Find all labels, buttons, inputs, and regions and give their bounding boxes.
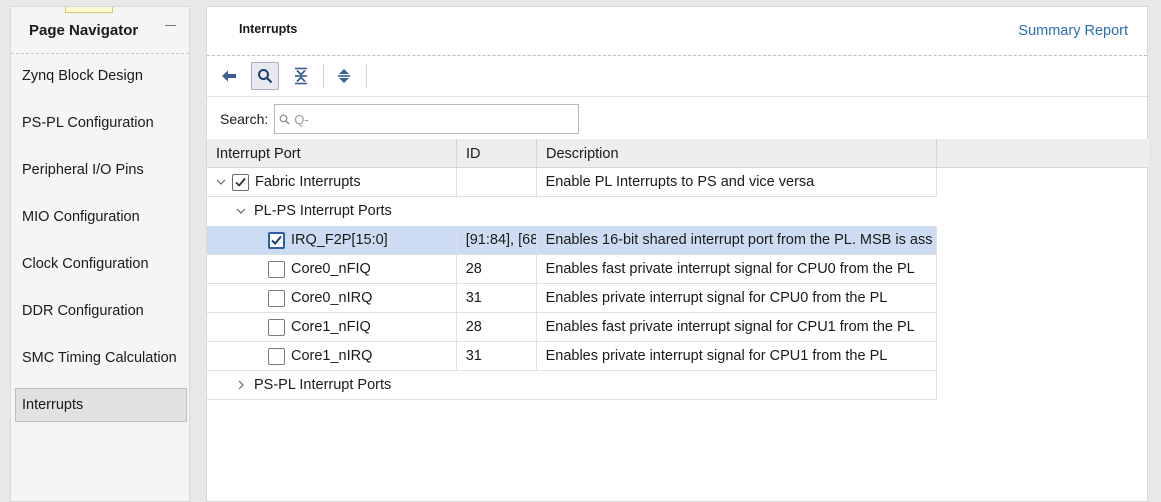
collapse-all-icon xyxy=(295,67,307,85)
check-icon xyxy=(235,177,246,187)
table-row-core0-nfiq[interactable]: Core0_nFIQ 28 Enables fast private inter… xyxy=(207,255,937,284)
description-cell: Enable PL Interrupts to PS and vice vers… xyxy=(545,174,815,190)
id-cell: 28 xyxy=(457,255,537,283)
nav-item-interrupts[interactable]: Interrupts xyxy=(15,388,187,422)
page-navigator-panel: Page Navigator Zynq Block Design PS-PL C… xyxy=(10,6,190,502)
search-toggle-button[interactable] xyxy=(251,62,279,90)
panel-header: Interrupts Summary Report xyxy=(207,7,1147,55)
checkbox[interactable] xyxy=(268,289,285,307)
navigator-divider xyxy=(11,53,189,54)
table-row-pl-ps-interrupt-ports[interactable]: PL-PS Interrupt Ports xyxy=(207,197,937,226)
checkbox[interactable] xyxy=(268,260,285,278)
column-header-interrupt-port[interactable]: Interrupt Port xyxy=(207,139,457,168)
id-cell: 28 xyxy=(457,313,537,341)
nav-item-label: Clock Configuration xyxy=(22,256,149,272)
summary-report-link[interactable]: Summary Report xyxy=(1018,23,1128,39)
id-cell: 31 xyxy=(457,342,537,370)
search-small-icon xyxy=(279,114,290,124)
toolbar xyxy=(207,59,1147,93)
description-cell: Enables fast private interrupt signal fo… xyxy=(545,319,915,335)
port-cell: Core0_nFIQ xyxy=(207,255,457,283)
checkbox[interactable] xyxy=(268,318,285,336)
expand-all-icon xyxy=(338,69,350,83)
nav-item-label: PS-PL Configuration xyxy=(22,115,154,131)
nav-item-label: Peripheral I/O Pins xyxy=(22,162,144,178)
toolbar-separator xyxy=(323,64,324,88)
header-divider xyxy=(207,55,1147,56)
id-cell: 31 xyxy=(457,284,537,312)
interrupts-panel: Interrupts Summary Report Search: Q- Int… xyxy=(206,6,1149,502)
table-header: Interrupt Port ID Description xyxy=(207,139,1149,168)
navigator-header: Page Navigator xyxy=(11,7,189,53)
port-cell: IRQ_F2P[15:0] xyxy=(207,226,457,254)
minimize-icon[interactable] xyxy=(165,19,177,31)
description-cell: Enables fast private interrupt signal fo… xyxy=(545,261,915,277)
nav-item-label: Zynq Block Design xyxy=(22,68,143,84)
table-row-ps-pl-interrupt-ports[interactable]: PS-PL Interrupt Ports xyxy=(207,371,937,400)
page-title: Interrupts xyxy=(239,22,298,36)
nav-item-label: MIO Configuration xyxy=(22,209,140,225)
search-label: Search: xyxy=(220,111,269,127)
port-label: PS-PL Interrupt Ports xyxy=(254,377,392,393)
port-cell: PS-PL Interrupt Ports xyxy=(207,371,537,399)
port-cell: Core1_nIRQ xyxy=(207,342,457,370)
table-row-core1-nfiq[interactable]: Core1_nFIQ 28 Enables fast private inter… xyxy=(207,313,937,342)
back-button[interactable] xyxy=(215,62,243,90)
table-row-core0-nirq[interactable]: Core0_nIRQ 31 Enables private interrupt … xyxy=(207,284,937,313)
collapse-all-button[interactable] xyxy=(287,62,315,90)
port-label: Core1_nFIQ xyxy=(291,319,371,335)
search-row: Search: xyxy=(207,103,1147,135)
back-arrow-icon xyxy=(222,70,236,82)
description-cell: Enables private interrupt signal for CPU… xyxy=(545,290,888,306)
expand-all-button[interactable] xyxy=(330,62,358,90)
nav-item-mio-configuration[interactable]: MIO Configuration xyxy=(15,200,187,234)
column-header-id[interactable]: ID xyxy=(457,139,537,168)
nav-item-label: SMC Timing Calculation xyxy=(22,350,177,366)
checkbox[interactable] xyxy=(268,347,285,365)
table-row-fabric-interrupts[interactable]: Fabric Interrupts Enable PL Interrupts t… xyxy=(207,168,937,197)
port-label: Fabric Interrupts xyxy=(255,174,361,190)
toolbar-separator xyxy=(366,64,367,88)
nav-item-smc-timing-calculation[interactable]: SMC Timing Calculation xyxy=(15,341,187,375)
nav-item-peripheral-io-pins[interactable]: Peripheral I/O Pins xyxy=(15,153,187,187)
nav-item-zynq-block-design[interactable]: Zynq Block Design xyxy=(15,59,187,93)
port-cell: Core1_nFIQ xyxy=(207,313,457,341)
navigator-title: Page Navigator xyxy=(29,21,139,39)
table-row-irq-f2p[interactable]: IRQ_F2P[15:0] [91:84], [68 Enables 16-bi… xyxy=(207,226,937,255)
id-cell: [91:84], [68 xyxy=(457,226,537,254)
nav-item-label: Interrupts xyxy=(22,397,84,413)
port-label: Core1_nIRQ xyxy=(291,348,373,364)
chevron-down-icon[interactable] xyxy=(234,204,248,218)
search-input[interactable] xyxy=(294,106,565,132)
search-icon xyxy=(258,69,273,84)
nav-item-label: DDR Configuration xyxy=(22,303,144,319)
nav-item-ps-pl-configuration[interactable]: PS-PL Configuration xyxy=(15,106,187,140)
port-cell: Core0_nIRQ xyxy=(207,284,457,312)
chevron-down-icon[interactable] xyxy=(214,175,228,189)
interrupts-table: Interrupt Port ID Description Fabric Int… xyxy=(207,139,1149,400)
port-label: Core0_nIRQ xyxy=(291,290,373,306)
nav-item-ddr-configuration[interactable]: DDR Configuration xyxy=(15,294,187,328)
nav-item-clock-configuration[interactable]: Clock Configuration xyxy=(15,247,187,281)
table-row-core1-nirq[interactable]: Core1_nIRQ 31 Enables private interrupt … xyxy=(207,342,937,371)
toolbar-divider xyxy=(207,96,1147,97)
port-cell: Fabric Interrupts xyxy=(207,168,457,196)
port-label: Core0_nFIQ xyxy=(291,261,371,277)
port-cell: PL-PS Interrupt Ports xyxy=(207,197,537,225)
checkbox[interactable] xyxy=(232,173,249,191)
check-icon xyxy=(271,235,282,245)
id-cell xyxy=(457,168,537,196)
description-cell: Enables private interrupt signal for CPU… xyxy=(545,348,888,364)
column-header-description[interactable]: Description xyxy=(537,139,937,168)
navigator-list: Zynq Block Design PS-PL Configuration Pe… xyxy=(15,59,187,435)
description-cell: Enables 16-bit shared interrupt port fro… xyxy=(545,232,933,248)
chevron-right-icon[interactable] xyxy=(234,378,248,392)
port-label: IRQ_F2P[15:0] xyxy=(291,232,388,248)
checkbox[interactable] xyxy=(268,231,285,249)
port-label: PL-PS Interrupt Ports xyxy=(254,203,392,219)
search-box[interactable] xyxy=(274,104,580,134)
